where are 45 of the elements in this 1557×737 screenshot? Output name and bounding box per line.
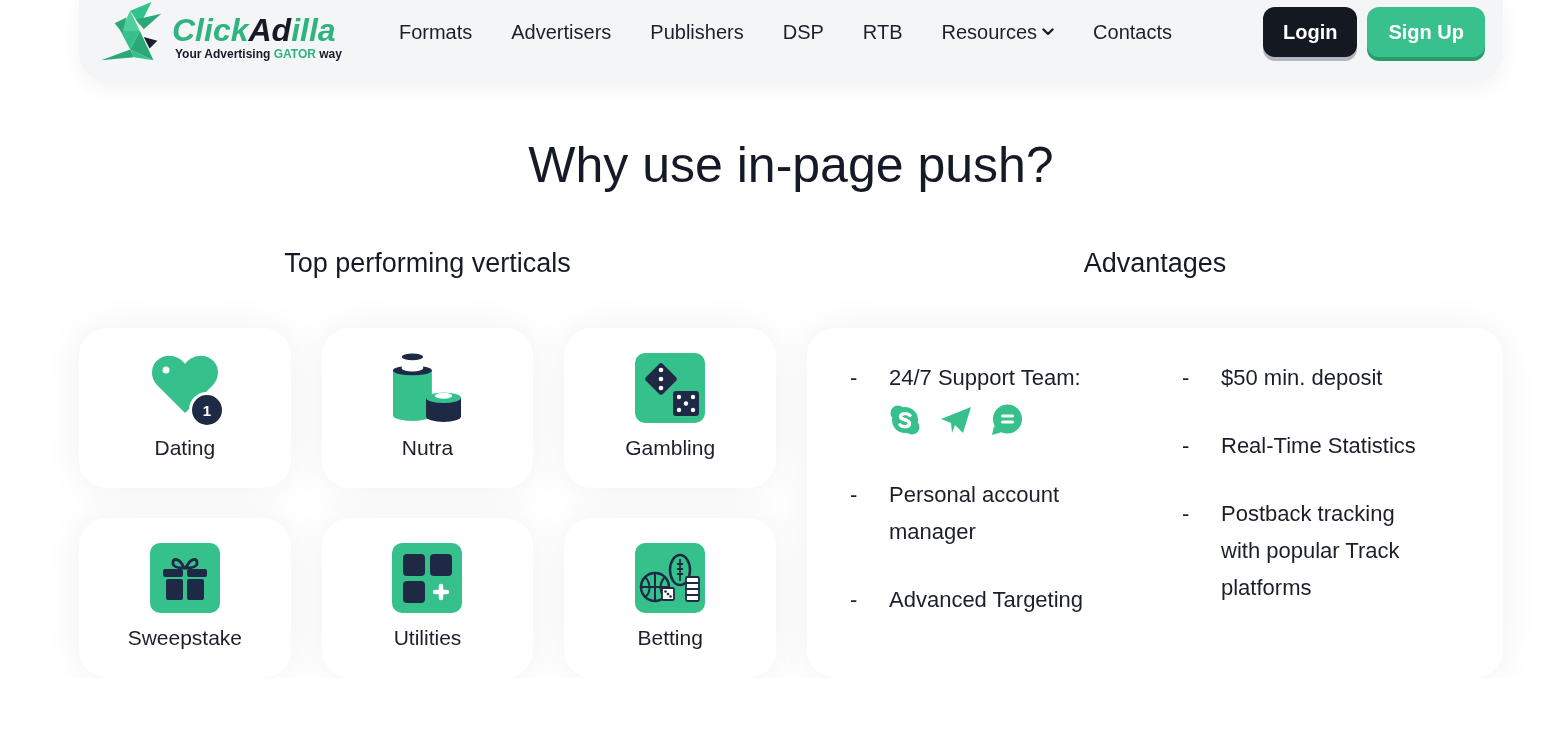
list-bullet: -: [1182, 432, 1190, 460]
list-bullet: -: [850, 586, 858, 614]
advantage-text: $50 min. deposit: [1221, 364, 1383, 392]
vertical-label: Utilities: [393, 626, 462, 650]
section-title: Why use in-page push?: [527, 136, 1055, 195]
nav-link[interactable]: RTB: [862, 20, 903, 44]
list-bullet: -: [850, 481, 858, 509]
gift-icon: [149, 543, 220, 613]
vertical-label: Gambling: [625, 436, 716, 460]
chevron-down-icon[interactable]: [1042, 28, 1055, 36]
vertical-card[interactable]: Sweepstake: [79, 518, 291, 678]
advantage-text: Advanced Targeting: [889, 586, 1084, 614]
notification-badge: 1: [188, 392, 225, 428]
vertical-card[interactable]: Betting: [564, 518, 776, 678]
advantage-text: Real-Time Statistics: [1221, 432, 1416, 460]
logo-tagline: Your Advertising GATOR way: [175, 47, 342, 62]
letter-s-icon[interactable]: [889, 404, 921, 436]
vertical-card[interactable]: Utilities: [321, 518, 534, 678]
vertical-label: Nutra: [401, 436, 454, 460]
jars-icon: [392, 353, 463, 423]
nav-link[interactable]: Advertisers: [511, 20, 612, 44]
sports-balls-icon: [635, 543, 706, 613]
squares-plus-icon: [392, 543, 463, 613]
advantage-text: Personal account manager: [889, 481, 1060, 546]
nav-link[interactable]: Formats: [398, 20, 473, 44]
dice-icon: [635, 353, 706, 423]
nav-link[interactable]: DSP: [782, 20, 824, 44]
advantage-text: 24/7 Support Team:: [889, 364, 1081, 392]
list-bullet: -: [850, 364, 858, 392]
advantage-text: Postback tracking with popular Track platforms: [1221, 500, 1401, 602]
vertical-card[interactable]: Nutra: [321, 328, 534, 488]
vertical-label: Sweepstake: [127, 626, 243, 650]
vertical-label: Betting: [637, 626, 703, 650]
vertical-label: Dating: [154, 436, 216, 460]
list-bullet: -: [1182, 500, 1190, 528]
chat-bubble-icon[interactable]: [991, 404, 1023, 436]
logo-wordmark[interactable]: ClickAdilla: [172, 13, 342, 47]
vertical-card[interactable]: 1 Dating: [79, 328, 291, 488]
nav-link[interactable]: Resources: [941, 20, 1055, 44]
nav-link[interactable]: Publishers: [650, 20, 744, 44]
vertical-card[interactable]: Gambling: [564, 328, 776, 488]
nav-link[interactable]: Contacts: [1093, 20, 1172, 44]
column-heading: Advantages: [1082, 247, 1228, 280]
list-bullet: -: [1182, 364, 1190, 392]
column-heading: Top performing verticals: [283, 247, 572, 280]
